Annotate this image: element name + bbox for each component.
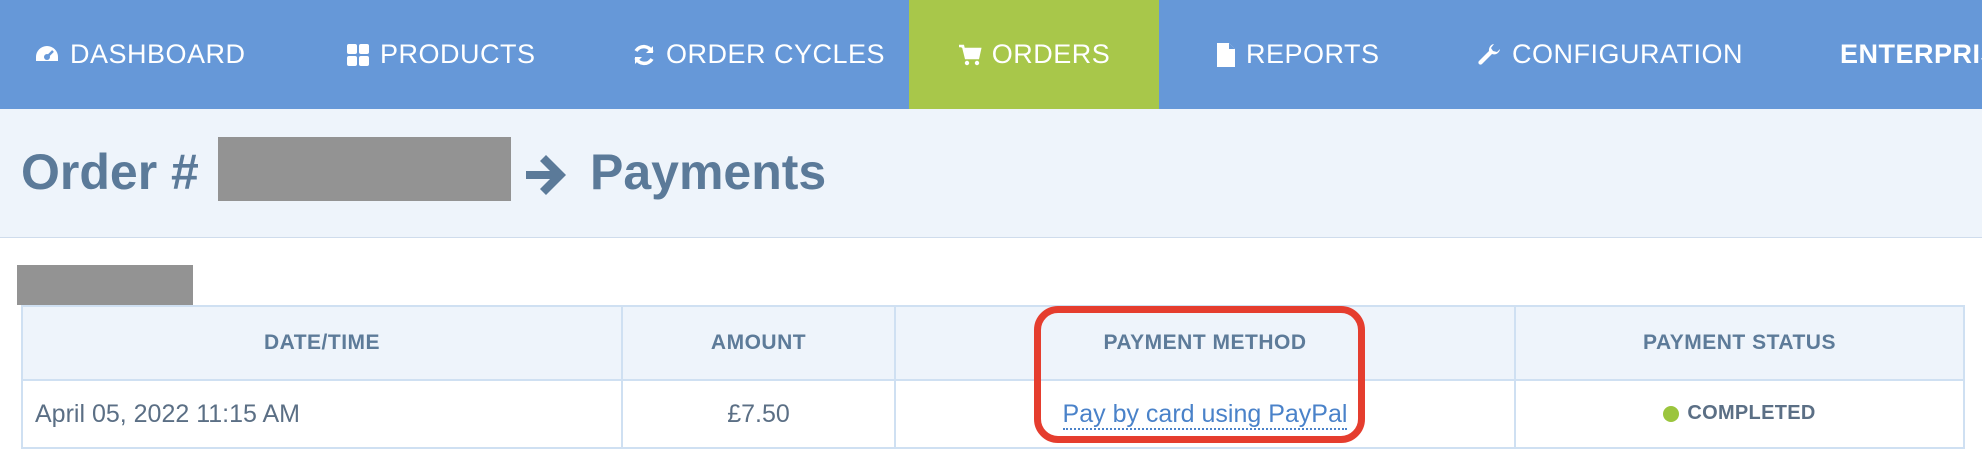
status-badge: COMPLETED xyxy=(1663,402,1815,425)
table-header-row: DATE/TIME AMOUNT PAYMENT METHOD PAYMENT … xyxy=(21,305,1965,381)
page-title-suffix: Payments xyxy=(590,144,827,200)
header-payment-method: PAYMENT METHOD xyxy=(894,305,1516,381)
cell-payment-status: COMPLETED xyxy=(1514,379,1965,449)
nav-products[interactable]: PRODUCTS xyxy=(346,0,536,109)
nav-configuration-label: CONFIGURATION xyxy=(1512,39,1743,69)
nav-configuration[interactable]: CONFIGURATION xyxy=(1478,0,1743,109)
document-icon xyxy=(1217,42,1235,67)
nav-products-label: PRODUCTS xyxy=(380,39,536,69)
wrench-icon xyxy=(1478,43,1500,65)
grid-icon xyxy=(347,43,369,66)
header-datetime: DATE/TIME xyxy=(21,305,623,381)
dashboard-icon xyxy=(36,45,58,61)
nav-order-cycles-label: ORDER CYCLES xyxy=(666,39,886,69)
cell-datetime: April 05, 2022 11:15 AM xyxy=(21,379,623,449)
refresh-icon xyxy=(634,44,654,65)
redacted-order-number xyxy=(218,137,511,201)
top-navigation: DASHBOARD PRODUCTS ORDER CYCLES ORDERS R… xyxy=(0,0,1982,119)
cell-payment-method: Pay by card using PayPal xyxy=(894,379,1516,449)
page-title-prefix: Order # xyxy=(21,144,199,200)
nav-orders-label: ORDERS xyxy=(991,39,1111,69)
payments-table: DATE/TIME AMOUNT PAYMENT METHOD PAYMENT … xyxy=(21,305,1965,449)
nav-orders[interactable]: ORDERS xyxy=(909,0,1159,119)
nav-reports-label: REPORTS xyxy=(1246,39,1380,69)
nav-dashboard[interactable]: DASHBOARD xyxy=(34,0,246,109)
arrow-right-icon xyxy=(526,155,566,195)
nav-reports[interactable]: REPORTS xyxy=(1216,0,1380,109)
nav-dashboard-label: DASHBOARD xyxy=(70,39,246,69)
nav-order-cycles[interactable]: ORDER CYCLES xyxy=(632,0,885,109)
status-dot-icon xyxy=(1663,405,1680,422)
header-payment-status: PAYMENT STATUS xyxy=(1514,305,1965,381)
status-label: COMPLETED xyxy=(1687,402,1816,424)
payment-method-link[interactable]: Pay by card using PayPal xyxy=(1062,399,1348,430)
cart-icon xyxy=(958,44,982,65)
header-amount: AMOUNT xyxy=(621,305,896,381)
nav-enterprises-label: ENTERPRISI xyxy=(1840,39,1982,69)
nav-enterprises[interactable]: ENTERPRISI xyxy=(1840,0,1982,109)
cell-amount: £7.50 xyxy=(621,379,896,449)
table-row: April 05, 2022 11:15 AM £7.50 Pay by car… xyxy=(21,379,1965,449)
redacted-label xyxy=(17,265,193,305)
